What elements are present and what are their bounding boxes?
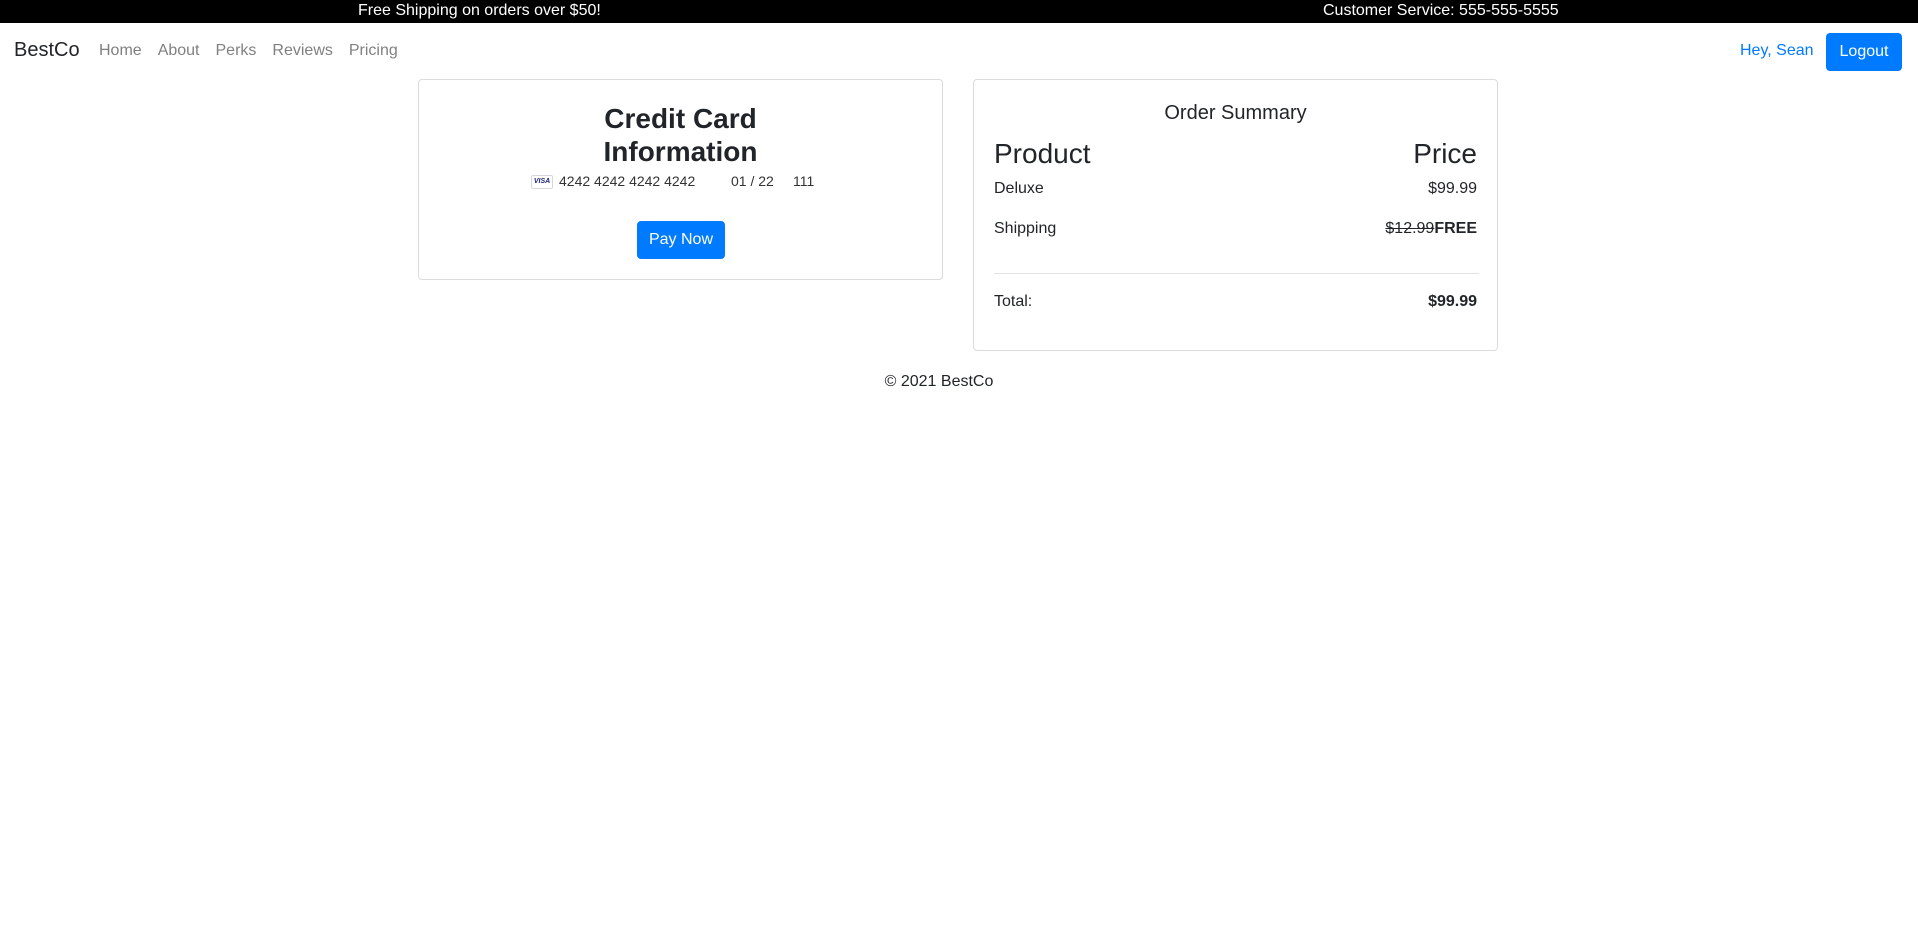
card-number-field[interactable]: 4242 4242 4242 4242 (559, 173, 695, 189)
page-footer: © 2021 BestCo (0, 373, 1918, 391)
credit-card-title-line1: Credit Card (604, 103, 757, 134)
credit-card-panel: Credit Card Information VISA 4242 4242 4… (418, 79, 943, 280)
pay-now-button[interactable]: Pay Now (637, 221, 725, 259)
brand-logo-link[interactable]: BestCo (14, 39, 80, 62)
order-summary-title: Order Summary (1164, 102, 1307, 124)
card-input-element[interactable]: VISA 4242 4242 4242 4242 01 / 22 111 (419, 173, 942, 191)
price-column-header: Price (1413, 138, 1477, 169)
customer-service-phone: Customer Service: 555-555-5555 (1323, 2, 1559, 19)
main-navbar: BestCo Home About Perks Reviews Pricing … (0, 23, 1918, 79)
shipping-free-value: FREE (1434, 220, 1477, 237)
nav-link-about[interactable]: About (150, 42, 208, 60)
free-shipping-promo: Free Shipping on orders over $50! (358, 2, 601, 19)
card-cvc-field[interactable]: 111 (793, 173, 814, 189)
shipping-label: Shipping (994, 220, 1057, 237)
line-item-price: $99.99 (1428, 180, 1477, 197)
nav-links: Home About Perks Reviews Pricing (99, 42, 406, 60)
shipping-price: $12.99FREE (1385, 220, 1477, 238)
total-value: $99.99 (1428, 293, 1477, 310)
line-item-name: Deluxe (994, 180, 1044, 197)
product-column-header: Product (994, 138, 1091, 169)
nav-link-pricing[interactable]: Pricing (341, 42, 406, 60)
total-label: Total: (994, 293, 1033, 310)
order-summary-panel: Order Summary Product Price Deluxe $99.9… (973, 79, 1498, 351)
announcement-bar: Free Shipping on orders over $50! Custom… (0, 0, 1918, 23)
shipping-original-price: $12.99 (1385, 220, 1435, 237)
credit-card-title: Credit Card Information (419, 102, 942, 168)
summary-divider (994, 273, 1479, 274)
card-expiry-field[interactable]: 01 / 22 (731, 173, 774, 189)
logout-button[interactable]: Logout (1826, 33, 1902, 71)
nav-link-reviews[interactable]: Reviews (264, 42, 340, 60)
user-greeting-link[interactable]: Hey, Sean (1740, 42, 1814, 60)
copyright-text: © 2021 BestCo (884, 373, 994, 390)
visa-card-icon: VISA (531, 175, 553, 189)
credit-card-title-line2: Information (603, 136, 758, 167)
nav-link-home[interactable]: Home (99, 42, 150, 60)
nav-link-perks[interactable]: Perks (208, 42, 265, 60)
